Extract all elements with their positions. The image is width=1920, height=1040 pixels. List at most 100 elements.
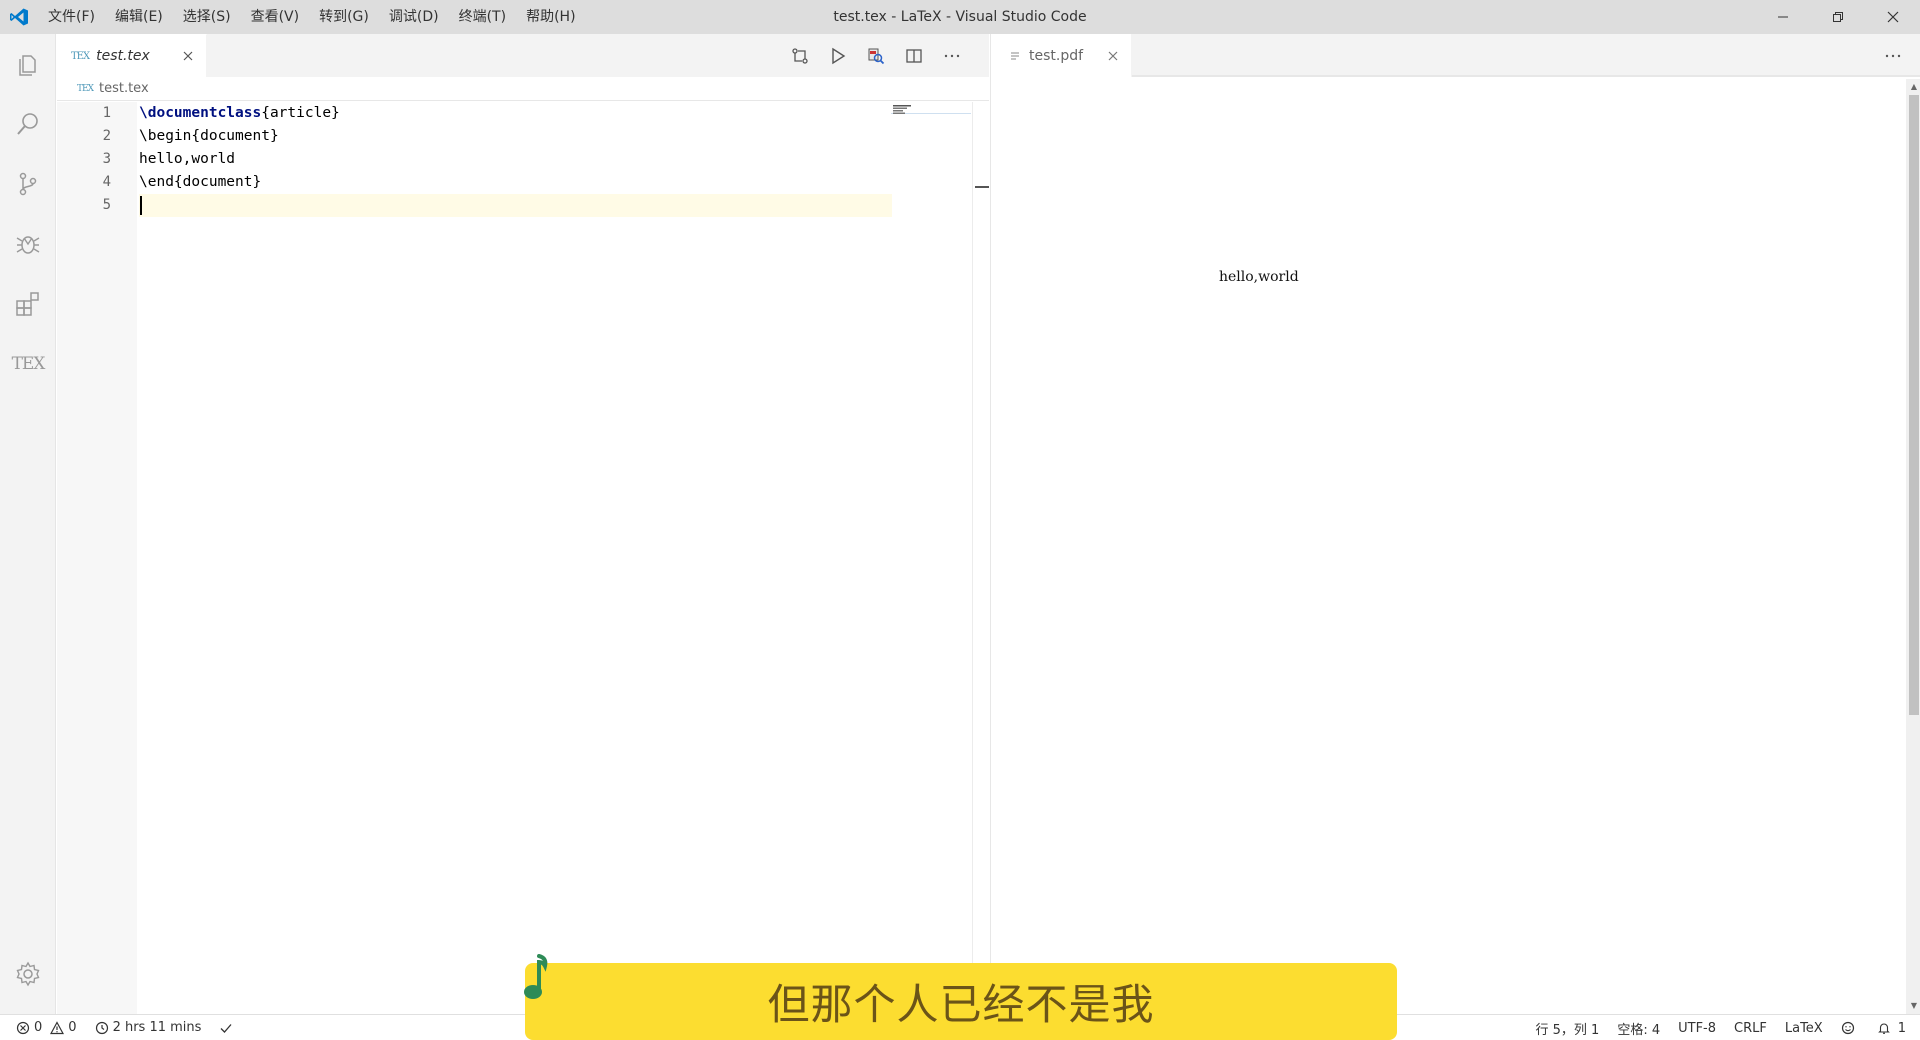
- file-lines-icon: [1011, 52, 1019, 59]
- code-text: {article}: [261, 105, 340, 121]
- search-button[interactable]: [0, 94, 56, 154]
- scroll-up-arrow-icon[interactable]: ▲: [1909, 82, 1919, 92]
- more-actions-button[interactable]: [933, 41, 971, 71]
- line-number: 4: [102, 174, 111, 190]
- breadcrumb-file[interactable]: test.tex: [99, 81, 149, 96]
- pdf-content-text: hello,world: [1219, 269, 1299, 285]
- scroll-down-arrow-icon[interactable]: ▼: [1909, 1001, 1919, 1011]
- source-control-button[interactable]: [0, 154, 56, 214]
- desktop-lyric-bar[interactable]: 但那个人已经不是我: [525, 963, 1397, 1040]
- feedback-button[interactable]: [1841, 1021, 1859, 1035]
- menu-edit[interactable]: 编辑(E): [105, 0, 173, 34]
- latex-command: \documentclass: [139, 105, 262, 121]
- close-icon: [1108, 51, 1118, 60]
- language-mode[interactable]: LaTeX: [1785, 1021, 1823, 1036]
- code-text: hello,world: [139, 151, 236, 167]
- tex-file-icon: TEX: [77, 83, 94, 94]
- compare-icon: [792, 47, 808, 64]
- tab-close-button[interactable]: [1105, 48, 1121, 64]
- close-window-button[interactable]: [1865, 0, 1920, 34]
- close-icon: [1887, 11, 1898, 23]
- error-count: 0: [34, 1020, 43, 1035]
- menu-help[interactable]: 帮助(H): [516, 0, 585, 34]
- cursor-position[interactable]: 行 5，列 1: [1536, 1019, 1600, 1038]
- latex-build-status[interactable]: [219, 1021, 237, 1035]
- view-latex-pdf-button[interactable]: [857, 41, 895, 71]
- activity-bar: TEX: [0, 34, 56, 1014]
- tab-label: test.pdf: [1029, 47, 1084, 64]
- explorer-button[interactable]: [0, 34, 56, 94]
- latex-workshop-button[interactable]: TEX: [0, 334, 56, 394]
- code-line: \begin{document}: [139, 125, 279, 148]
- menu-selection[interactable]: 选择(S): [173, 0, 241, 34]
- smiley-icon: [1841, 1021, 1854, 1035]
- right-more-actions-button[interactable]: [1884, 34, 1902, 77]
- text-cursor: [140, 196, 142, 215]
- tab-close-button[interactable]: [180, 48, 196, 64]
- vscode-logo-icon: [0, 0, 38, 34]
- time-tracker[interactable]: 2 hrs 11 mins: [95, 1020, 201, 1035]
- minimap[interactable]: [893, 104, 923, 116]
- editor-scrollbar[interactable]: [972, 102, 988, 1014]
- pdf-vertical-scrollbar[interactable]: ▲ ▼: [1906, 79, 1920, 1014]
- line-number: 2: [102, 128, 111, 144]
- build-latex-button[interactable]: [819, 41, 857, 71]
- code-text: \begin{document}: [139, 128, 279, 144]
- close-icon: [183, 51, 193, 61]
- split-editor-button[interactable]: [895, 41, 933, 71]
- view-changes-button[interactable]: [781, 41, 819, 71]
- tex-file-icon: TEX: [71, 50, 90, 62]
- status-left: 0 0 2 hrs 11 mins: [0, 1015, 255, 1040]
- minimize-button[interactable]: [1755, 0, 1810, 34]
- breadcrumb[interactable]: TEX test.tex: [57, 77, 989, 101]
- right-tab-bar: test.pdf: [991, 34, 1920, 77]
- line-number: 3: [102, 151, 111, 167]
- settings-button[interactable]: [0, 944, 56, 1004]
- menu-debug[interactable]: 调试(D): [379, 0, 449, 34]
- minimize-icon: [1777, 16, 1788, 18]
- bell-icon: [1877, 1023, 1890, 1034]
- line-ending[interactable]: CRLF: [1734, 1021, 1767, 1036]
- cursor-position-marker: [975, 186, 989, 188]
- tab-label: test.tex: [96, 48, 150, 64]
- tab-test-tex[interactable]: TEX test.tex: [57, 34, 207, 77]
- check-icon: [220, 1023, 232, 1033]
- scroll-thumb[interactable]: [1909, 95, 1919, 715]
- extensions-icon: [16, 292, 39, 316]
- restore-button[interactable]: [1810, 0, 1865, 34]
- problems-indicator[interactable]: 0 0: [16, 1020, 77, 1035]
- ellipsis-icon: [944, 54, 960, 57]
- source-control-icon: [19, 172, 37, 196]
- notifications-button[interactable]: 1: [1877, 1021, 1906, 1036]
- left-tab-bar: TEX test.tex: [57, 34, 989, 77]
- pdf-preview-icon: [868, 48, 885, 64]
- code-line: hello,world: [139, 148, 235, 171]
- extensions-button[interactable]: [0, 274, 56, 334]
- ellipsis-icon: [1885, 54, 1901, 57]
- music-note-icon: [524, 954, 548, 999]
- gear-icon: [16, 961, 40, 987]
- menu-terminal[interactable]: 终端(T): [449, 0, 516, 34]
- menu-view[interactable]: 查看(V): [241, 0, 310, 34]
- menu-bar: 文件(F) 编辑(E) 选择(S) 查看(V) 转到(G) 调试(D) 终端(T…: [38, 0, 586, 34]
- window-controls: [1755, 0, 1920, 34]
- menu-go[interactable]: 转到(G): [309, 0, 379, 34]
- tab-test-pdf[interactable]: test.pdf: [991, 34, 1133, 77]
- encoding[interactable]: UTF-8: [1678, 1021, 1716, 1036]
- indentation[interactable]: 空格: 4: [1617, 1019, 1660, 1038]
- debug-button[interactable]: [0, 214, 56, 274]
- play-icon: [832, 47, 846, 64]
- lyric-text: 但那个人已经不是我: [767, 980, 1155, 1029]
- search-icon: [17, 113, 38, 135]
- tex-icon: TEX: [11, 354, 46, 374]
- code-editor[interactable]: 1 2 3 4 5 \documentclass{article} \begin…: [57, 102, 989, 1014]
- history-icon: [95, 1021, 108, 1034]
- line-number: 5: [102, 197, 111, 213]
- menu-file[interactable]: 文件(F): [38, 0, 105, 34]
- code-line: \documentclass{article}: [139, 102, 340, 125]
- bug-icon: [16, 236, 40, 254]
- left-editor-group: TEX test.tex TEX test.tex 1 2 3 4 5 \doc…: [57, 34, 989, 1014]
- current-line-highlight: [139, 194, 892, 217]
- pdf-viewer[interactable]: hello,world: [991, 79, 1906, 1014]
- warning-icon: [50, 1020, 65, 1034]
